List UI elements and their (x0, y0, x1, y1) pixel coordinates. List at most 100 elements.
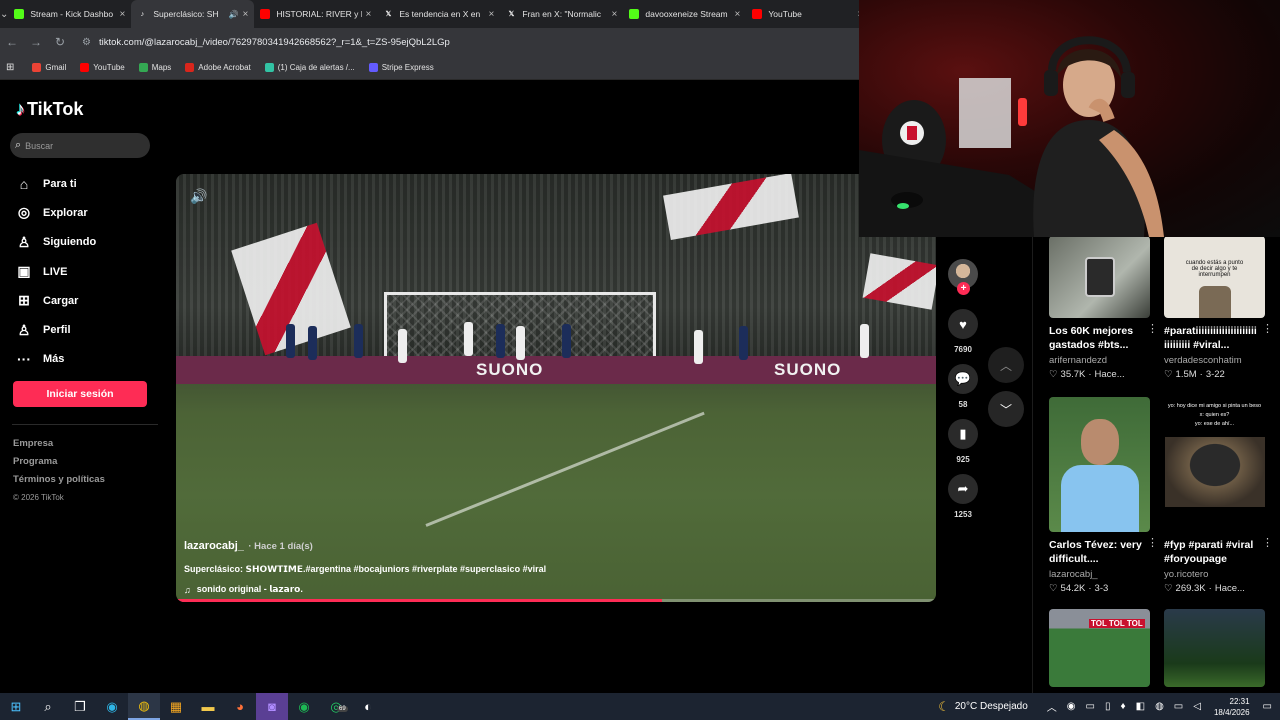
creator-avatar[interactable]: + (948, 259, 978, 295)
recommended-video-title[interactable]: #paratiiiiiiiiiiiiiiiiiiiii iiiiiiiii #v… (1164, 324, 1265, 352)
reload-icon[interactable]: ↻ (48, 35, 72, 49)
whatsapp-icon[interactable]: ◎ 69 (320, 693, 352, 720)
bookmark[interactable]: Maps (138, 63, 171, 72)
sidebar-item[interactable]: ▣ LIVE (14, 257, 96, 286)
comment-icon[interactable]: 💬 (948, 364, 978, 394)
browser-tab[interactable]: YouTube× (746, 0, 869, 28)
bookmark[interactable]: Gmail (32, 63, 66, 72)
site-info-icon[interactable]: ⚙ (82, 37, 91, 48)
windows-start-icon[interactable]: ⊞ (0, 693, 32, 720)
recommended-video-card[interactable]: Carlos Tévez: very difficult.... lazaroca… (1049, 397, 1158, 594)
browser-tab[interactable]: 𝕏 Fran en X: "Normalic × (500, 0, 623, 28)
video-music[interactable]: ♫ sonido original - 𝗹𝗮𝘇𝗮𝗿𝗼. (184, 584, 546, 595)
next-video-chevron-down-icon[interactable]: ﹀ (988, 391, 1024, 427)
video-thumbnail[interactable] (1049, 236, 1150, 318)
tiktok-logo[interactable]: ♪ TikTok (16, 99, 83, 120)
recommended-video-card[interactable]: Los 60K mejores gastados #bts... ariferna… (1049, 236, 1158, 380)
bookmark-icon[interactable]: ▮ (948, 419, 978, 449)
network-icon[interactable]: ▭ (1174, 701, 1183, 712)
recommended-video-card[interactable]: yo: hoy dice mi amigo si pinta un beso x:… (1164, 397, 1273, 594)
apps-icon[interactable]: ⊞ (6, 62, 14, 73)
tab-audio-icon[interactable]: 🔊 (229, 10, 239, 19)
footer-link-empresa[interactable]: Empresa (13, 435, 105, 453)
recommended-video-title[interactable]: #fyp #parati #viral #foryoupage (1164, 538, 1265, 566)
task-view-icon[interactable]: ❐ (64, 693, 96, 720)
back-icon[interactable]: ← (0, 35, 24, 49)
recommended-video-card[interactable]: cuando estás a punto de decir algo y te … (1164, 236, 1273, 380)
browser-tab[interactable]: Stream - Kick Dashbo × (8, 0, 131, 28)
ms-store-icon[interactable]: ▦ (160, 693, 192, 720)
previous-video-chevron-up-icon[interactable]: ︿ (988, 347, 1024, 383)
sidebar-item[interactable]: ♙ Siguiendo (14, 228, 96, 257)
obs-icon[interactable]: ◐ (352, 693, 384, 720)
browser-tab[interactable]: davooxeneize Stream × (623, 0, 746, 28)
video-progress-bar[interactable] (176, 599, 936, 602)
tab-close-icon[interactable]: × (120, 9, 126, 20)
footer-link-terms[interactable]: Términos y políticas (13, 471, 105, 489)
browser-tab[interactable]: ♪ Superclásico: SH 🔊 × (131, 0, 255, 28)
share-icon[interactable]: ➦ (948, 474, 978, 504)
recommended-video-title[interactable]: Los 60K mejores gastados #bts... (1049, 324, 1150, 352)
forward-icon[interactable]: → (24, 35, 48, 49)
spotify-icon[interactable]: ◉ (288, 693, 320, 720)
weather-text[interactable]: 20°C Despejado (955, 701, 1028, 712)
sidebar-item[interactable]: ⌂ Para ti (14, 169, 96, 198)
more-options-icon[interactable]: ⋮ (1147, 536, 1158, 549)
recommended-video-author[interactable]: lazarocabj_ (1049, 569, 1150, 580)
tab-close-icon[interactable]: × (735, 9, 741, 20)
browser-tab[interactable]: 𝕏 Es tendencia en X en × (377, 0, 500, 28)
tray-app-icon[interactable]: ◧ (1136, 701, 1145, 712)
video-thumbnail[interactable]: yo: hoy dice mi amigo si pinta un beso x:… (1164, 397, 1265, 532)
tray-app-icon[interactable]: ▯ (1105, 701, 1111, 712)
save-action[interactable]: ▮ 925 (946, 419, 980, 464)
share-action[interactable]: ➦ 1253 (946, 474, 980, 519)
chrome-icon[interactable]: ◍ (128, 693, 160, 720)
bookmark[interactable]: Stripe Express (368, 63, 434, 72)
video-player[interactable]: SUONO SUONO 🔊 lazarocabj_ · Hace 1 día(s… (176, 174, 936, 602)
recommended-video-author[interactable]: arifernandezd (1049, 355, 1150, 366)
tray-app-icon[interactable]: ▭ (1086, 701, 1095, 712)
taskbar-search-icon[interactable]: ⌕ (32, 693, 64, 720)
speaker-icon[interactable]: ◁ (1193, 701, 1201, 712)
chevron-up-icon[interactable]: ︿ (1047, 699, 1057, 714)
video-thumbnail[interactable] (1049, 397, 1150, 532)
notifications-icon[interactable]: ▭ (1263, 701, 1272, 712)
login-button[interactable]: Iniciar sesión (13, 381, 147, 407)
file-explorer-icon[interactable]: ▬ (192, 693, 224, 720)
like-action[interactable]: ♥ 7690 (946, 309, 980, 354)
tray-app-icon[interactable]: ◉ (1067, 701, 1076, 712)
bookmark[interactable]: (1) Caja de alertas /... (264, 63, 355, 72)
search-input[interactable]: ⌕ Buscar (10, 133, 150, 158)
sidebar-item[interactable]: ··· Más (14, 345, 96, 374)
video-thumbnail[interactable]: TOL TOL TOL (1049, 609, 1150, 687)
recommended-video-title[interactable]: Carlos Tévez: very difficult.... (1049, 538, 1150, 566)
footer-link-programa[interactable]: Programa (13, 453, 105, 471)
tab-close-icon[interactable]: × (243, 9, 249, 20)
recommended-video-card[interactable] (1164, 609, 1265, 687)
sidebar-item[interactable]: ⊞ Cargar (14, 286, 96, 315)
address-bar[interactable]: ⚙ tiktok.com/@lazarocabj_/video/76297803… (82, 31, 860, 53)
recommended-video-author[interactable]: verdadesconhatim (1164, 355, 1265, 366)
recommended-video-author[interactable]: yo.ricotero (1164, 569, 1265, 580)
video-thumbnail[interactable] (1164, 609, 1265, 687)
twitch-icon[interactable]: ◙ (256, 693, 288, 720)
sidebar-item[interactable]: ◎ Explorar (14, 198, 96, 227)
video-thumbnail[interactable]: cuando estás a punto de decir algo y te … (1164, 236, 1265, 318)
follow-plus-icon[interactable]: + (957, 282, 970, 295)
video-username[interactable]: lazarocabj_ (184, 540, 244, 552)
tab-search-icon[interactable]: ⌄ (0, 0, 8, 28)
tab-close-icon[interactable]: × (489, 9, 495, 20)
firefox-icon[interactable]: ◕ (224, 693, 256, 720)
volume-icon[interactable]: 🔊 (190, 188, 207, 205)
clock[interactable]: 22:31 18/4/2026 (1214, 696, 1250, 718)
browser-tab[interactable]: HISTORIAL: RIVER y B × (254, 0, 377, 28)
edge-icon[interactable]: ◉ (96, 693, 128, 720)
tray-app-icon[interactable]: ◍ (1155, 701, 1164, 712)
recommended-video-card[interactable]: TOL TOL TOL (1049, 609, 1150, 687)
bookmark[interactable]: Adobe Acrobat (185, 63, 251, 72)
microphone-icon[interactable]: ♦ (1121, 701, 1126, 712)
tab-close-icon[interactable]: × (612, 9, 618, 20)
more-options-icon[interactable]: ⋮ (1262, 322, 1273, 335)
more-options-icon[interactable]: ⋮ (1262, 536, 1273, 549)
comment-action[interactable]: 💬 58 (946, 364, 980, 409)
